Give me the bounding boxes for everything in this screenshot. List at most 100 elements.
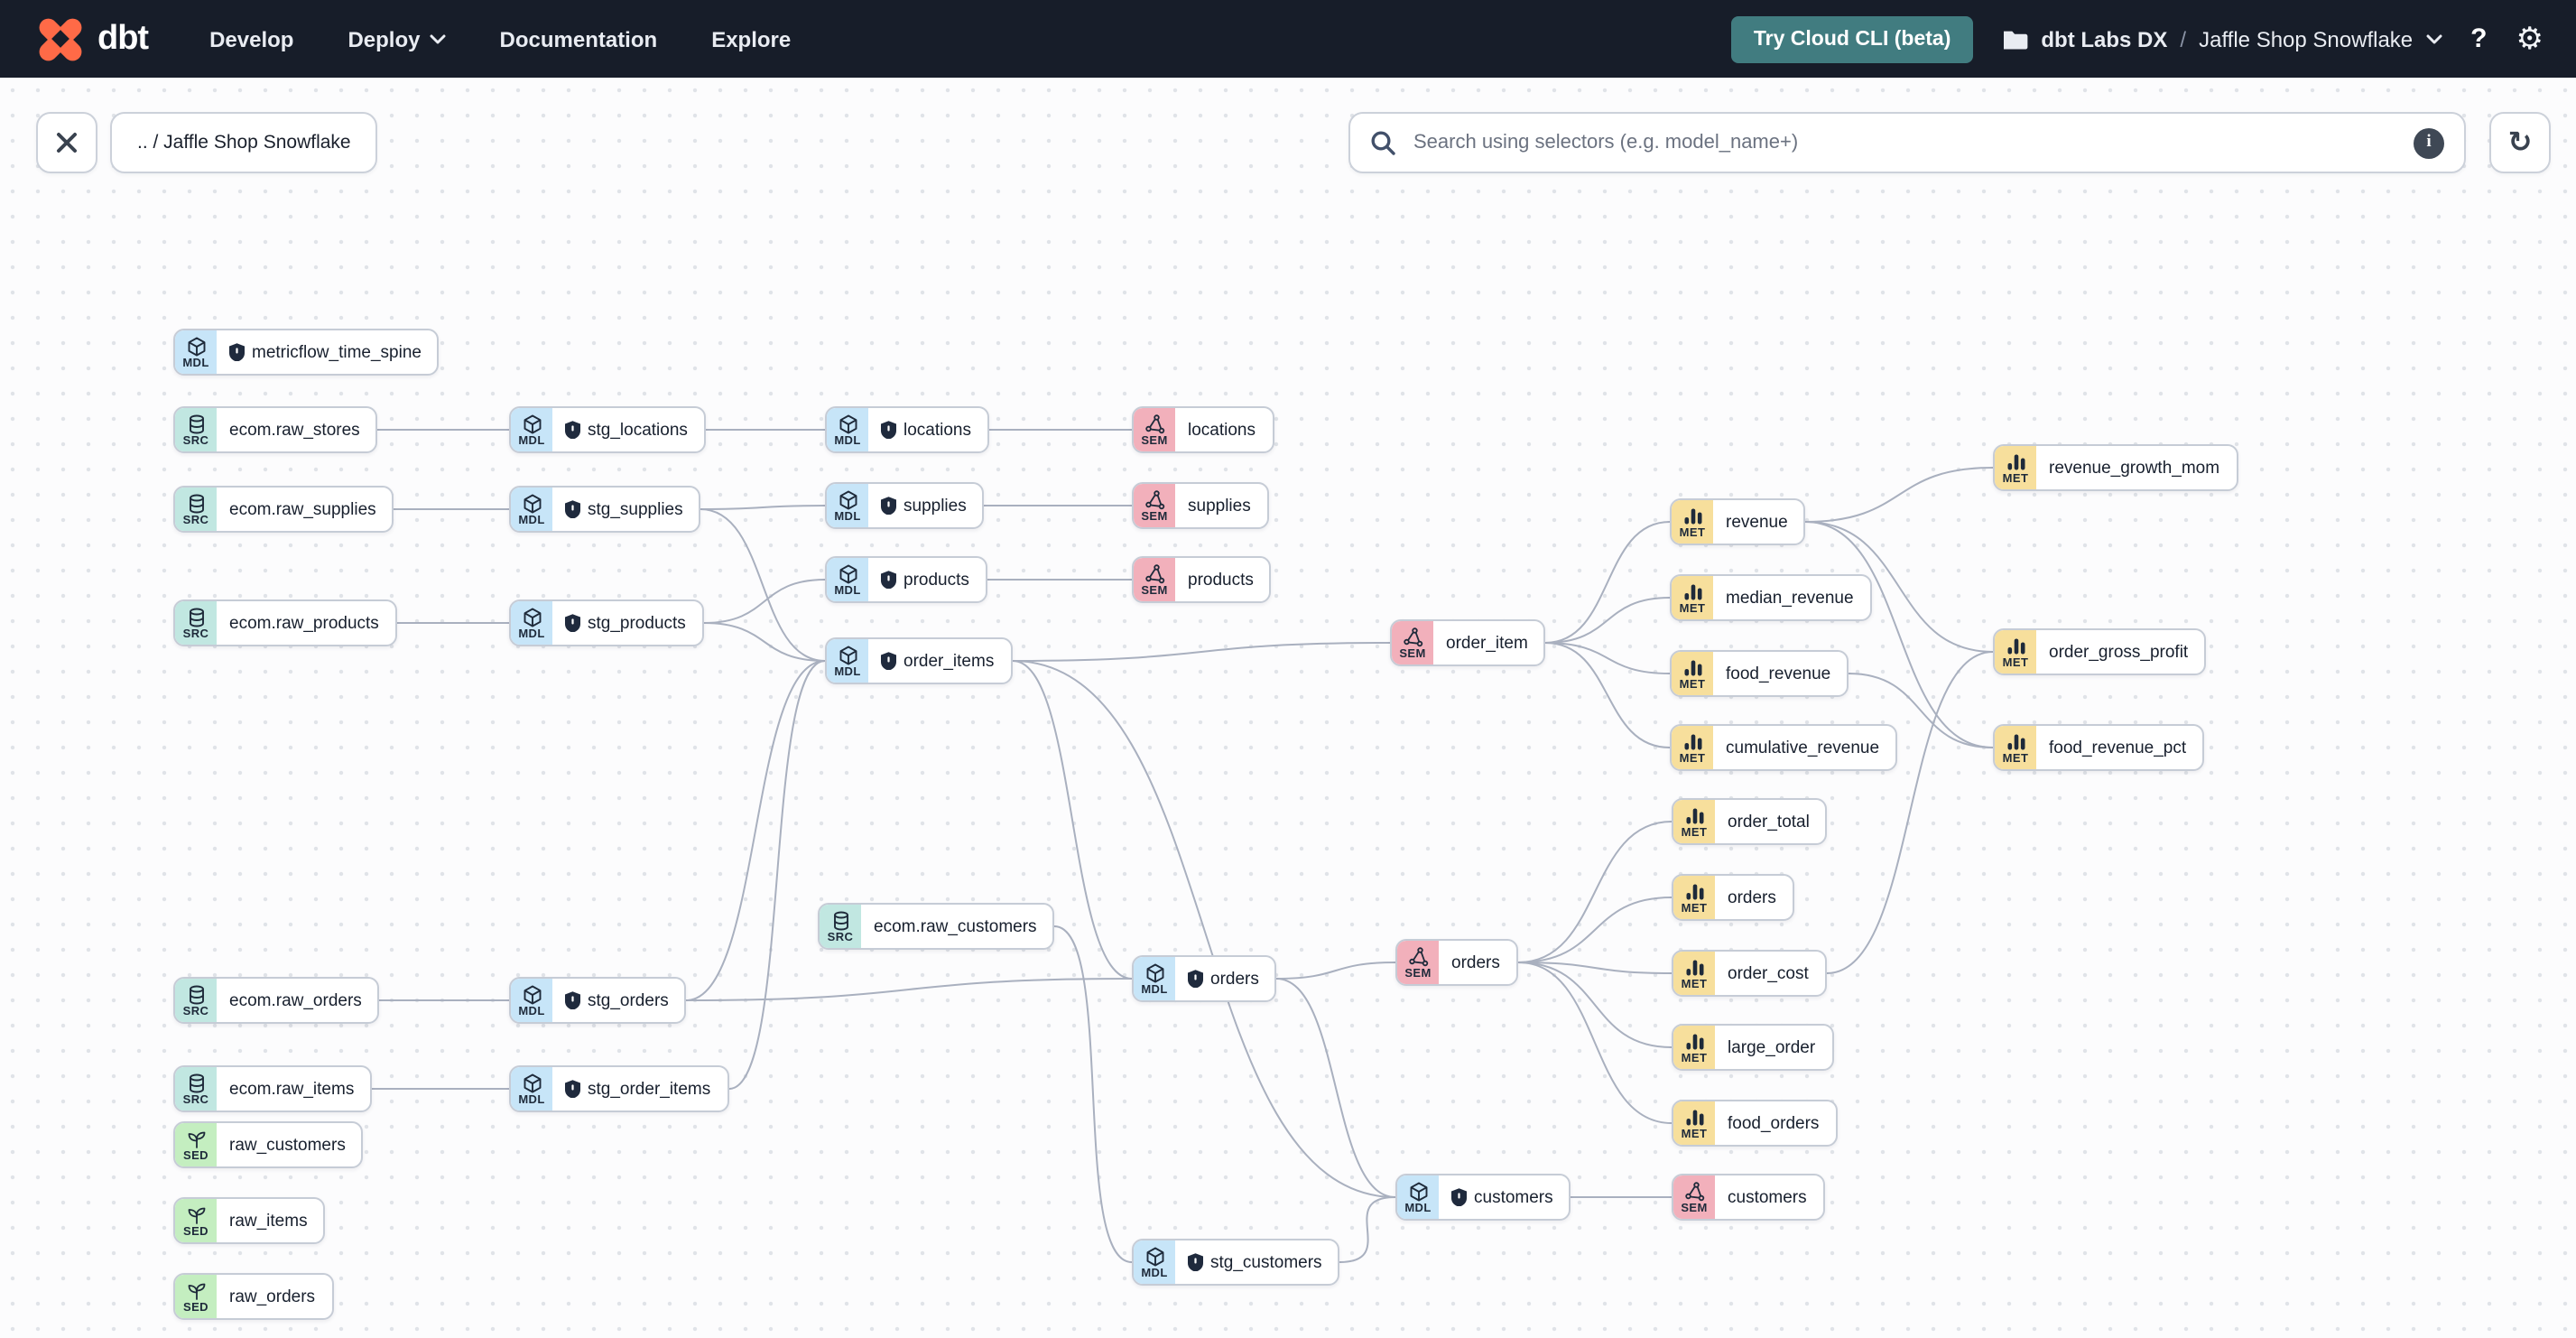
node-label: order_gross_profit [2049,642,2189,662]
graph-node-median_revenue[interactable]: MET median_revenue [1670,574,1872,621]
refresh-button[interactable]: ↻ [2489,112,2551,173]
try-cloud-cli-button[interactable]: Try Cloud CLI (beta) [1731,15,1973,62]
search-input[interactable] [1410,130,2414,155]
graph-node-ecom_raw_supplies[interactable]: SRC ecom.raw_supplies [173,486,394,533]
cube-icon: MDL [827,558,868,601]
node-type-badge: MDL [518,1094,545,1108]
node-label: orders [1728,887,1776,907]
metric-icon: MET [1672,652,1713,695]
metric-icon: MET [1672,500,1713,544]
graph-node-customers[interactable]: MDL customers [1395,1174,1571,1221]
node-type-badge: SRC [182,515,209,528]
chevron-down-icon [430,33,445,43]
graph-node-raw_orders[interactable]: SED raw_orders [173,1273,334,1320]
menu-item-label: Explore [711,26,792,51]
graph-node-order_gross_profit[interactable]: MET order_gross_profit [1993,628,2207,675]
node-label: ecom.raw_supplies [229,499,376,519]
lineage-canvas[interactable]: MDL metricflow_time_spine SRC ecom.raw_stor… [0,78,2576,1338]
graph-node-orders[interactable]: MDL orders [1132,955,1277,1002]
project-selector[interactable]: dbt Labs DX / Jaffle Shop Snowflake [2001,26,2442,51]
dbt-logo[interactable]: dbt [35,14,149,64]
node-label: food_revenue_pct [2049,738,2187,757]
node-label: stg_order_items [552,1067,727,1110]
node-label: revenue_growth_mom [2049,458,2220,478]
graph-node-ecom_raw_items[interactable]: SRC ecom.raw_items [173,1065,373,1112]
node-label: orders [1175,957,1275,1000]
graph-node-products[interactable]: MDL products [825,556,987,603]
graph-node-order_item[interactable]: SEM order_item [1390,619,1546,666]
menu-item-develop[interactable]: Develop [209,26,293,51]
graph-node-revenue[interactable]: MET revenue [1670,498,1806,545]
gear-icon[interactable]: ⚙ [2516,23,2544,54]
graph-node-stg_orders[interactable]: MDL stg_orders [509,977,687,1024]
graph-node-locations[interactable]: MDL locations [825,406,989,453]
graph-node-stg_products[interactable]: MDL stg_products [509,599,704,646]
graph-node-orders_mt[interactable]: MET orders [1672,874,1794,921]
close-lineage-button[interactable] [36,112,97,173]
graph-node-stg_order_items[interactable]: MDL stg_order_items [509,1065,729,1112]
graph-node-order_items[interactable]: MDL order_items [825,637,1013,684]
graph-node-stg_customers[interactable]: MDL stg_customers [1132,1239,1340,1286]
menu-item-deploy[interactable]: Deploy [347,26,445,51]
metric-icon: MET [1995,446,2036,489]
node-label: order_items [868,639,1010,683]
node-type-badge: MET [1679,527,1706,541]
protected-shield-icon [565,500,580,519]
graph-node-raw_customers[interactable]: SED raw_customers [173,1121,364,1168]
database-icon: SRC [820,905,861,948]
graph-node-cumulative_revenue[interactable]: MET cumulative_revenue [1670,724,1898,771]
graph-node-metricflow_time_spine[interactable]: MDL metricflow_time_spine [173,329,440,376]
graph-node-order_cost[interactable]: MET order_cost [1672,950,1827,997]
graph-node-raw_items[interactable]: SED raw_items [173,1197,326,1244]
protected-shield-icon [881,571,896,590]
graph-node-customers_sm[interactable]: SEM customers [1672,1174,1825,1221]
graph-node-ecom_raw_products[interactable]: SRC ecom.raw_products [173,599,397,646]
node-type-badge: MDL [834,585,861,599]
graph-node-food_revenue[interactable]: MET food_revenue [1670,650,1849,697]
dbt-logo-icon [35,14,86,64]
lineage-breadcrumb[interactable]: .. / Jaffle Shop Snowflake [110,112,378,173]
protected-shield-icon [881,497,896,516]
cube-icon: MDL [175,330,217,374]
graph-node-ecom_raw_stores[interactable]: SRC ecom.raw_stores [173,406,378,453]
graph-node-revenue_growth_mom[interactable]: MET revenue_growth_mom [1993,444,2238,491]
graph-node-stg_locations[interactable]: MDL stg_locations [509,406,706,453]
menu-item-explore[interactable]: Explore [711,26,791,51]
help-icon[interactable]: ? [2470,23,2487,54]
graph-node-ecom_raw_orders[interactable]: SRC ecom.raw_orders [173,977,380,1024]
graph-node-supplies[interactable]: MDL supplies [825,482,985,529]
protected-shield-icon [881,421,896,440]
info-icon[interactable]: i [2414,127,2444,158]
node-type-badge: MDL [518,1006,545,1019]
graph-node-locations_sm[interactable]: SEM locations [1132,406,1274,453]
graph-node-stg_supplies[interactable]: MDL stg_supplies [509,486,701,533]
graph-node-supplies_sm[interactable]: SEM supplies [1132,482,1269,529]
protected-shield-icon [1451,1188,1467,1207]
graph-node-ecom_raw_customers[interactable]: SRC ecom.raw_customers [818,903,1055,950]
menu-item-label: Documentation [499,26,658,51]
node-label: locations [868,408,987,451]
menu-item-documentation[interactable]: Documentation [500,26,658,51]
graph-node-products_sm[interactable]: SEM products [1132,556,1272,603]
breadcrumb-separator: / [2180,26,2187,51]
protected-shield-icon [565,991,580,1010]
node-type-badge: SRC [182,1006,209,1019]
database-icon: SRC [175,1067,217,1110]
node-label: ecom.raw_stores [229,420,360,440]
graph-node-food_revenue_pct[interactable]: MET food_revenue_pct [1993,724,2205,771]
node-label: products [868,558,986,601]
cube-icon: MDL [511,488,552,531]
selector-search: i [1348,112,2466,173]
graph-node-order_total[interactable]: MET order_total [1672,798,1828,845]
metric-icon: MET [1995,630,2036,674]
seed-icon: SED [175,1199,217,1242]
project-name: Jaffle Shop Snowflake [2199,26,2414,51]
graph-node-large_order[interactable]: MET large_order [1672,1024,1834,1071]
node-label: order_total [1728,812,1810,832]
database-icon: SRC [175,979,217,1022]
graph-node-orders_sm[interactable]: SEM orders [1395,939,1518,986]
node-type-badge: MET [1679,753,1706,767]
graph-node-food_orders[interactable]: MET food_orders [1672,1100,1838,1147]
cube-icon: MDL [511,1067,552,1110]
node-type-badge: MET [1681,827,1708,841]
